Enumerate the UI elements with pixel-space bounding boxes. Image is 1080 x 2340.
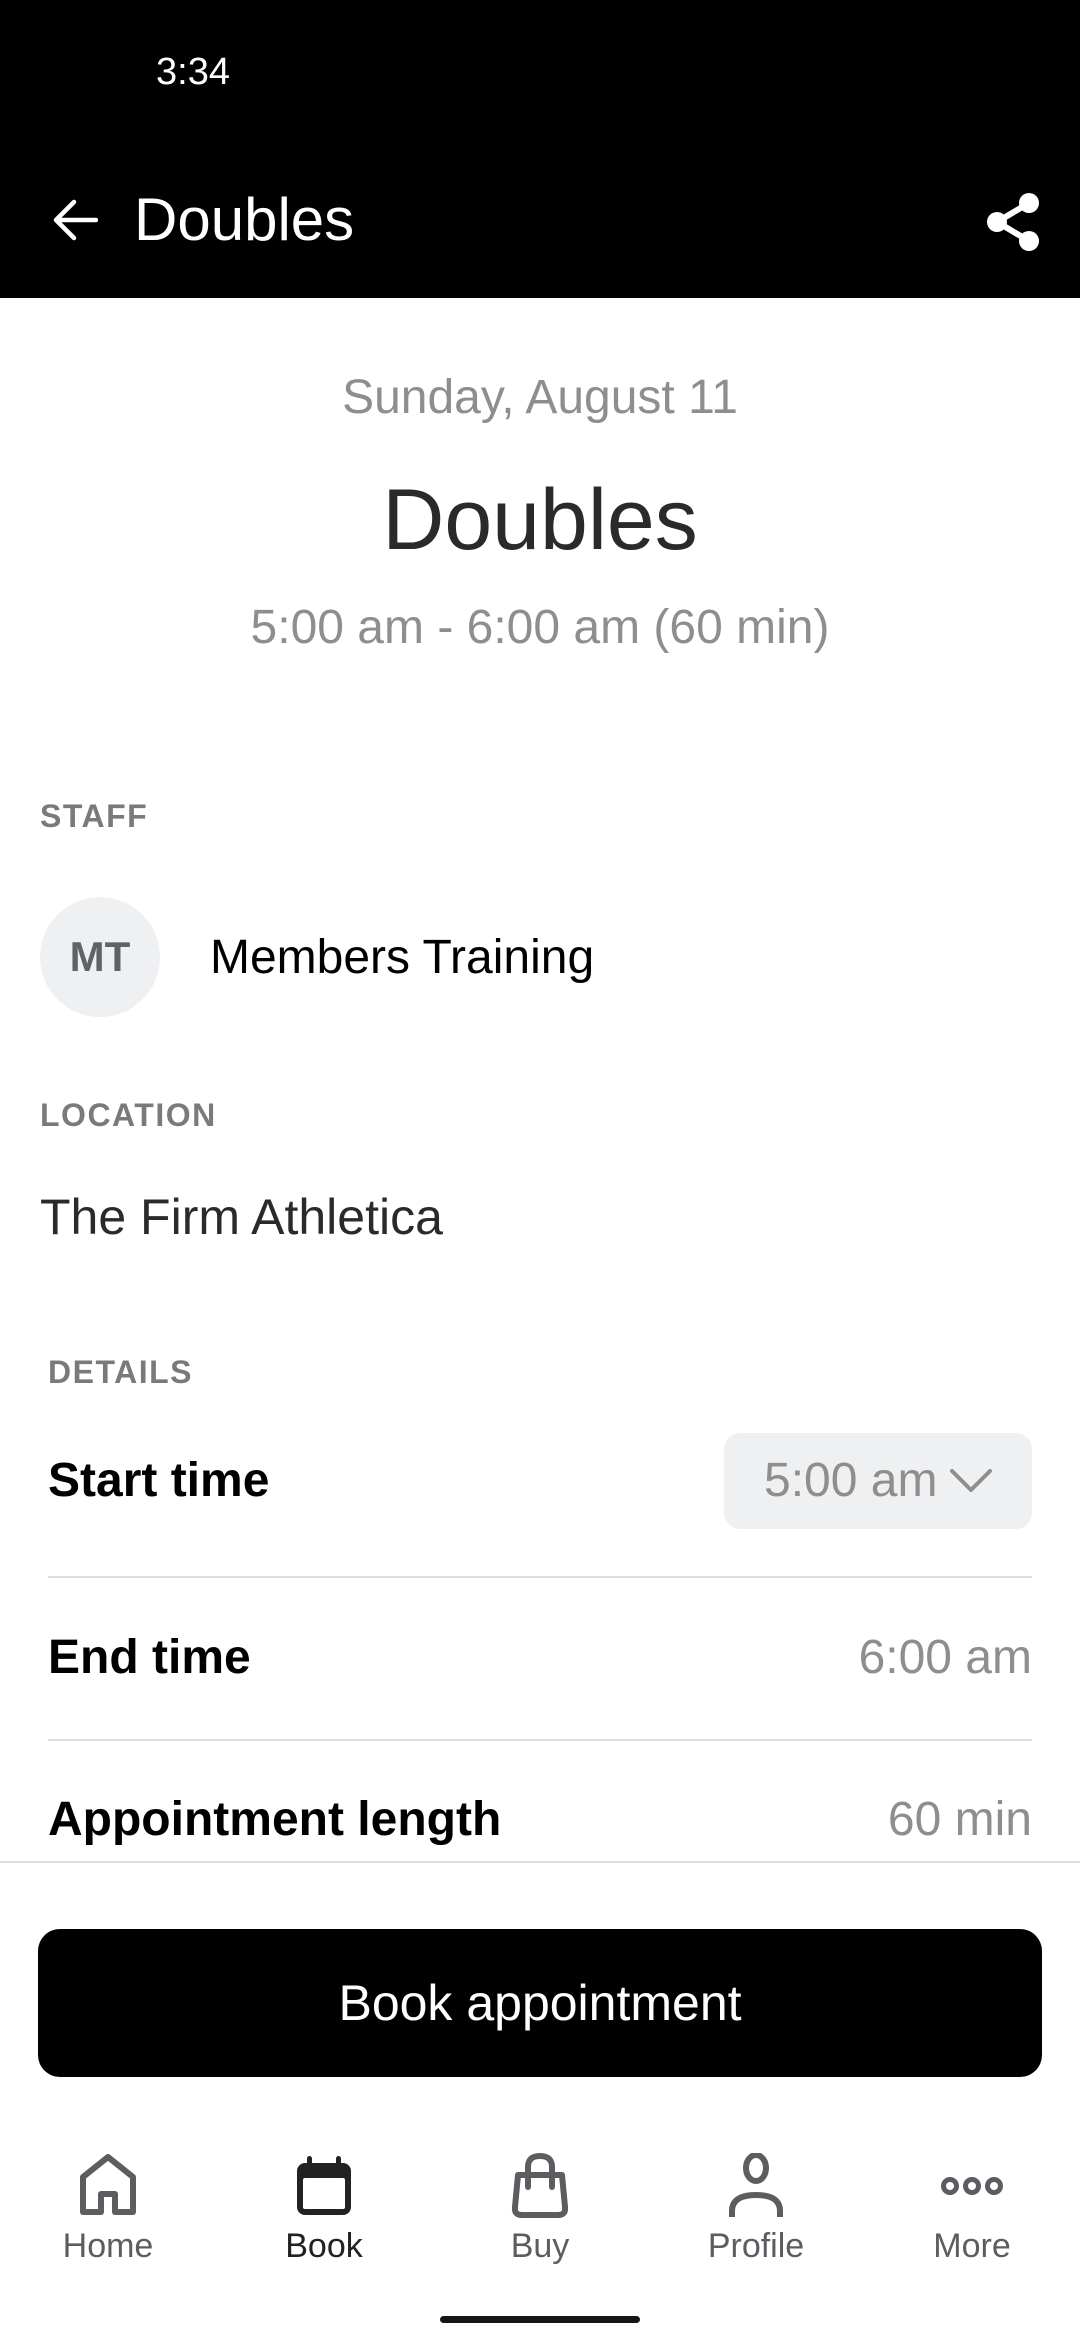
app-bar-title: Doubles: [134, 186, 355, 253]
more-horizontal-icon: [941, 2177, 1003, 2195]
details-section-label: DETAILS: [48, 1354, 194, 1390]
end-time-value: 6:00 am: [858, 1631, 1032, 1684]
detail-row-end-time: End time 6:00 am: [48, 1630, 1032, 1686]
nav-item-buy[interactable]: Buy: [432, 2150, 648, 2280]
nav-label-home: Home: [62, 2227, 154, 2265]
bottom-navigation: Home Book Buy Profile More: [0, 2150, 1080, 2280]
divider: [48, 1739, 1032, 1741]
start-time-value: 5:00 am: [764, 1454, 938, 1507]
appointment-date: Sunday, August 11: [342, 371, 738, 424]
nav-item-book[interactable]: Book: [216, 2150, 432, 2280]
gesture-navigation-bar[interactable]: [440, 2316, 640, 2323]
calendar-icon: [297, 2156, 351, 2215]
detail-row-start-time: Start time 5:00 am: [48, 1433, 1032, 1529]
location-section-label: LOCATION: [40, 1097, 217, 1133]
start-time-dropdown[interactable]: 5:00 am: [724, 1433, 1032, 1529]
chevron-down-icon: [950, 1469, 993, 1492]
app-bar: Doubles: [0, 100, 1080, 298]
nav-item-home[interactable]: Home: [0, 2150, 216, 2280]
book-appointment-button[interactable]: Book appointment: [38, 1929, 1042, 2077]
share-button[interactable]: [975, 184, 1051, 260]
home-icon: [80, 2154, 136, 2215]
detail-row-appointment-length: Appointment length 60 min: [48, 1792, 1032, 1848]
nav-item-profile[interactable]: Profile: [648, 2150, 864, 2280]
appointment-summary: Sunday, August 11 Doubles 5:00 am - 6:00…: [0, 370, 1080, 656]
arrow-back-icon: [53, 199, 98, 241]
status-bar: 3:34: [0, 0, 1080, 100]
shopping-bag-icon: [511, 2153, 569, 2218]
status-time: 3:34: [156, 51, 230, 93]
person-icon: [729, 2153, 783, 2217]
nav-label-buy: Buy: [510, 2227, 570, 2265]
appointment-title: Doubles: [382, 472, 698, 568]
staff-section-label: STAFF: [40, 798, 149, 834]
share-icon: [987, 193, 1039, 251]
back-button[interactable]: [40, 190, 110, 250]
nav-item-more[interactable]: More: [864, 2150, 1080, 2280]
nav-label-profile: Profile: [707, 2227, 805, 2265]
end-time-label: End time: [48, 1631, 251, 1684]
staff-avatar: MT: [40, 897, 160, 1017]
nav-label-more: More: [933, 2227, 1011, 2265]
appointment-length-value: 60 min: [887, 1793, 1032, 1846]
appointment-time-range: 5:00 am - 6:00 am (60 min): [250, 601, 830, 654]
staff-name[interactable]: Members Training: [210, 930, 594, 986]
divider: [48, 1576, 1032, 1578]
location-name[interactable]: The Firm Athletica: [40, 1188, 443, 1246]
nav-label-book: Book: [285, 2227, 363, 2265]
start-time-label: Start time: [48, 1454, 270, 1507]
appointment-length-label: Appointment length: [48, 1793, 502, 1846]
